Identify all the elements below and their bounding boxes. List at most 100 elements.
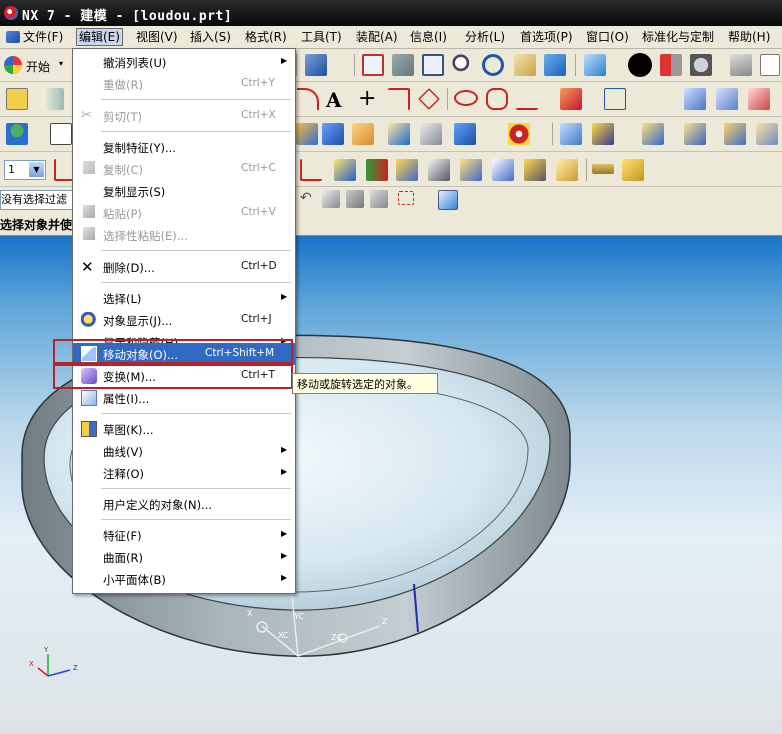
polygon-icon[interactable] bbox=[418, 88, 440, 110]
rotate-icon[interactable] bbox=[482, 54, 504, 76]
menu-info[interactable]: 信息(I) bbox=[408, 29, 449, 45]
menu-edit[interactable]: 编辑(E) bbox=[76, 28, 123, 46]
pick-icon[interactable] bbox=[346, 190, 364, 208]
pocket-icon[interactable] bbox=[454, 123, 476, 145]
menu-item-surface[interactable]: 曲面(R) ▶ bbox=[73, 546, 295, 568]
arc-icon[interactable] bbox=[297, 88, 319, 110]
surface-1-icon[interactable] bbox=[684, 88, 706, 110]
zoom-window-icon[interactable] bbox=[422, 54, 444, 76]
surface-2-icon[interactable] bbox=[716, 88, 738, 110]
menu-item-delete[interactable]: ✕ 删除(D)... Ctrl+D bbox=[73, 256, 295, 278]
menu-item-annotation[interactable]: 注释(O) ▶ bbox=[73, 462, 295, 484]
section-view-icon[interactable] bbox=[660, 54, 682, 76]
point-tool-icon[interactable]: + bbox=[358, 86, 376, 111]
offset-curve-icon[interactable] bbox=[560, 88, 582, 110]
menu-help[interactable]: 帮助(H) bbox=[726, 29, 772, 45]
boss-icon[interactable] bbox=[388, 123, 410, 145]
perspective-icon[interactable] bbox=[544, 54, 566, 76]
trim-body-icon[interactable] bbox=[724, 123, 746, 145]
layer-select[interactable]: 1 ▼ bbox=[4, 160, 46, 180]
wcs-orient-icon[interactable] bbox=[300, 159, 322, 181]
submenu-arrow-icon: ▶ bbox=[281, 467, 288, 476]
edge-display-icon[interactable] bbox=[730, 54, 752, 76]
menu-window[interactable]: 窗口(O) bbox=[584, 29, 631, 45]
gear-icon[interactable] bbox=[508, 123, 530, 145]
menu-item-sketch[interactable]: 草图(K)... bbox=[73, 418, 295, 440]
menu-file[interactable]: 文件(F) bbox=[4, 29, 65, 45]
menu-item-curve[interactable]: 曲线(V) ▶ bbox=[73, 440, 295, 462]
menu-separator bbox=[101, 282, 291, 283]
spline-shape-icon[interactable] bbox=[486, 88, 508, 110]
fillet-curve-icon[interactable] bbox=[388, 88, 410, 110]
submenu-arrow-icon: ▶ bbox=[281, 529, 288, 538]
render-style-icon[interactable] bbox=[628, 53, 652, 77]
menu-item-copy-display[interactable]: 复制显示(S) bbox=[73, 180, 295, 202]
snap-2-icon[interactable] bbox=[428, 159, 450, 181]
menu-item-copy-feature[interactable]: 复制特征(Y)... bbox=[73, 136, 295, 158]
menu-assembly[interactable]: 装配(A) bbox=[354, 29, 400, 45]
ellipse-icon[interactable] bbox=[454, 90, 478, 106]
blend-icon[interactable] bbox=[592, 123, 614, 145]
selection-filter-select[interactable]: 没有选择过滤 bbox=[0, 190, 78, 210]
box-select-icon[interactable] bbox=[398, 191, 414, 205]
datum-csys-icon[interactable] bbox=[6, 123, 28, 145]
extrude-icon[interactable] bbox=[296, 123, 318, 145]
project-curve-icon[interactable] bbox=[604, 88, 626, 110]
menu-preferences[interactable]: 首选项(P) bbox=[518, 29, 575, 45]
snap-5-icon[interactable] bbox=[524, 159, 546, 181]
menu-item-facet-body[interactable]: 小平面体(B) ▶ bbox=[73, 568, 295, 590]
surface-3-icon[interactable] bbox=[748, 88, 770, 110]
menu-analysis[interactable]: 分析(L) bbox=[463, 29, 507, 45]
eraser-icon[interactable] bbox=[322, 190, 340, 208]
menu-item-object-display[interactable]: 对象显示(J)... Ctrl+J bbox=[73, 309, 295, 331]
view-cube-icon[interactable] bbox=[438, 190, 458, 210]
info-object-icon[interactable] bbox=[305, 54, 327, 76]
play-icon[interactable] bbox=[366, 159, 388, 181]
snap-6-icon[interactable] bbox=[556, 159, 578, 181]
chamfer-icon[interactable] bbox=[642, 123, 664, 145]
revolve-icon[interactable] bbox=[322, 123, 344, 145]
line-curve-icon[interactable] bbox=[516, 88, 538, 110]
datum-plane-icon[interactable] bbox=[50, 123, 72, 145]
view-orientation-icon[interactable] bbox=[584, 54, 606, 76]
book-icon[interactable] bbox=[42, 88, 64, 110]
menu-standardize[interactable]: 标准化与定制 bbox=[640, 29, 716, 45]
display-mode-icon[interactable] bbox=[690, 54, 712, 76]
blank-view-icon[interactable] bbox=[760, 54, 780, 76]
menu-item-select[interactable]: 选择(L) ▶ bbox=[73, 287, 295, 309]
sketch-grid-icon[interactable] bbox=[6, 88, 28, 110]
menu-item-undo-list[interactable]: 撤消列表(U) ▶ bbox=[73, 51, 295, 73]
menu-item-label: 选择性粘贴(E)... bbox=[103, 229, 188, 243]
shell-icon[interactable] bbox=[560, 123, 582, 145]
menu-item-paste[interactable]: 粘贴(P) Ctrl+V bbox=[73, 202, 295, 224]
zoom-icon[interactable] bbox=[452, 54, 474, 76]
menu-item-user-defined-object[interactable]: 用户定义的对象(N)... bbox=[73, 493, 295, 515]
menu-item-feature[interactable]: 特征(F) ▶ bbox=[73, 524, 295, 546]
undo-icon[interactable]: ↶ bbox=[300, 190, 318, 208]
menu-tools[interactable]: 工具(T) bbox=[299, 29, 344, 45]
menu-item-cut[interactable]: ✂ 剪切(T) Ctrl+X bbox=[73, 105, 295, 127]
snap-3-icon[interactable] bbox=[460, 159, 482, 181]
fit-icon[interactable] bbox=[362, 54, 384, 76]
pad-icon[interactable] bbox=[420, 123, 442, 145]
menu-view[interactable]: 视图(V) bbox=[134, 29, 180, 45]
draft-icon[interactable] bbox=[684, 123, 706, 145]
menu-item-redo[interactable]: 重做(R) Ctrl+Y bbox=[73, 73, 295, 95]
menu-item-paste-special[interactable]: 选择性粘贴(E)... bbox=[73, 224, 295, 246]
snap-1-icon[interactable] bbox=[396, 159, 418, 181]
menu-insert[interactable]: 插入(S) bbox=[188, 29, 233, 45]
menu-item-copy[interactable]: 复制(C) Ctrl+C bbox=[73, 158, 295, 180]
angle-measure-icon[interactable] bbox=[622, 159, 644, 181]
split-body-icon[interactable] bbox=[756, 123, 778, 145]
pan-icon[interactable] bbox=[514, 54, 536, 76]
snap-4-icon[interactable] bbox=[492, 159, 514, 181]
start-button[interactable]: 开始 ▾ bbox=[4, 54, 66, 76]
hole-icon[interactable] bbox=[352, 123, 374, 145]
measure-icon[interactable] bbox=[334, 159, 356, 181]
menu-format[interactable]: 格式(R) bbox=[243, 29, 289, 45]
text-tool-icon[interactable]: A bbox=[326, 88, 342, 112]
menu-item-properties[interactable]: 属性(I)... bbox=[73, 387, 295, 409]
zoom-area-icon[interactable] bbox=[392, 54, 414, 76]
ruler-icon[interactable] bbox=[592, 164, 614, 174]
lasso-icon[interactable] bbox=[370, 190, 388, 208]
